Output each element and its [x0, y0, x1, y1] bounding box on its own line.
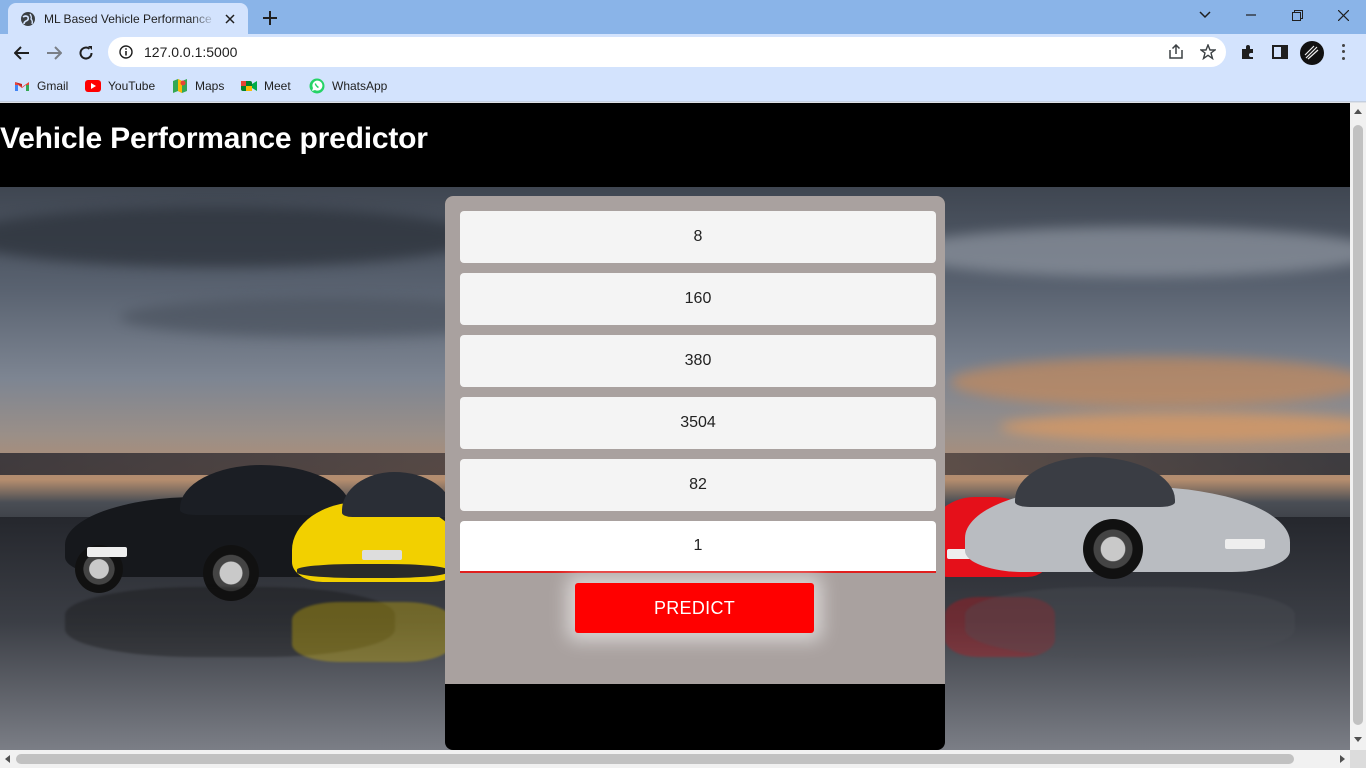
- predict-button[interactable]: PREDICT: [575, 583, 814, 633]
- page-viewport: Vehicle Performance predictor 8 160 380 …: [0, 103, 1350, 750]
- back-icon[interactable]: [8, 39, 36, 67]
- prediction-form: PREDICT: [445, 196, 945, 750]
- page-title: Vehicle Performance predictor: [0, 122, 428, 155]
- profile-avatar[interactable]: [1300, 41, 1324, 65]
- bookmark-label: YouTube: [108, 79, 156, 93]
- bookmark-label: Maps: [195, 79, 225, 93]
- bookmark-label: Meet: [264, 79, 291, 93]
- bookmark-meet[interactable]: Meet: [241, 77, 291, 95]
- share-icon[interactable]: [1168, 43, 1184, 60]
- scroll-down-icon[interactable]: [1354, 737, 1362, 742]
- more-menu-icon[interactable]: [1336, 42, 1350, 62]
- whatsapp-icon: [309, 78, 325, 94]
- scroll-up-icon[interactable]: [1354, 109, 1362, 114]
- vertical-scrollbar[interactable]: [1350, 103, 1366, 750]
- input-field-5[interactable]: [460, 459, 936, 511]
- bookmark-maps[interactable]: Maps: [172, 77, 224, 95]
- bookmark-label: Gmail: [37, 79, 69, 93]
- tab-title: ML Based Vehicle Performance Predictor: [44, 11, 216, 26]
- scrollbar-corner: [1350, 750, 1366, 768]
- address-bar[interactable]: 127.0.0.1:5000: [108, 37, 1226, 67]
- close-window-icon[interactable]: [1320, 0, 1366, 30]
- forward-icon[interactable]: [40, 39, 68, 67]
- input-field-2[interactable]: [460, 273, 936, 325]
- horizontal-scroll-thumb[interactable]: [16, 754, 1294, 764]
- bookmark-gmail[interactable]: Gmail: [14, 77, 68, 95]
- side-panel-icon[interactable]: [1270, 42, 1290, 62]
- new-tab-icon[interactable]: [258, 6, 282, 30]
- browser-toolbar: 127.0.0.1:5000: [0, 34, 1366, 71]
- horizontal-scrollbar[interactable]: [0, 750, 1350, 768]
- input-field-4[interactable]: [460, 397, 936, 449]
- site-info-icon[interactable]: [118, 44, 134, 60]
- browser-tab[interactable]: ML Based Vehicle Performance Predictor: [8, 3, 248, 34]
- youtube-icon: [85, 78, 101, 94]
- silver-car: [965, 457, 1295, 587]
- bookmarks-bar: Gmail YouTube Maps Meet WhatsApp: [0, 71, 1366, 102]
- bookmark-whatsapp[interactable]: WhatsApp: [309, 77, 387, 95]
- bookmark-label: WhatsApp: [332, 79, 388, 93]
- input-field-6[interactable]: [460, 521, 936, 573]
- input-field-1[interactable]: [460, 211, 936, 263]
- yellow-car: [292, 472, 462, 592]
- maps-icon: [172, 78, 188, 94]
- scroll-right-icon[interactable]: [1340, 755, 1345, 763]
- restore-icon[interactable]: [1274, 0, 1320, 30]
- gmail-icon: [14, 78, 30, 94]
- site-header: Vehicle Performance predictor: [0, 103, 1350, 187]
- globe-icon: [20, 11, 36, 27]
- meet-icon: [241, 78, 257, 94]
- reload-icon[interactable]: [72, 39, 100, 67]
- vertical-scroll-thumb[interactable]: [1353, 125, 1363, 725]
- input-field-3[interactable]: [460, 335, 936, 387]
- bookmark-star-icon[interactable]: [1198, 43, 1218, 61]
- silver-car-reflection: [965, 587, 1295, 657]
- minimize-icon[interactable]: [1228, 0, 1274, 30]
- tab-search-icon[interactable]: [1182, 0, 1228, 30]
- extensions-icon[interactable]: [1238, 42, 1258, 62]
- url-text: 127.0.0.1:5000: [144, 44, 238, 60]
- scroll-left-icon[interactable]: [5, 755, 10, 763]
- bookmark-youtube[interactable]: YouTube: [85, 77, 155, 95]
- form-panel: PREDICT: [445, 196, 945, 684]
- close-tab-icon[interactable]: [222, 11, 238, 27]
- yellow-car-reflection: [292, 602, 452, 662]
- browser-tabstrip: ML Based Vehicle Performance Predictor: [0, 0, 1366, 34]
